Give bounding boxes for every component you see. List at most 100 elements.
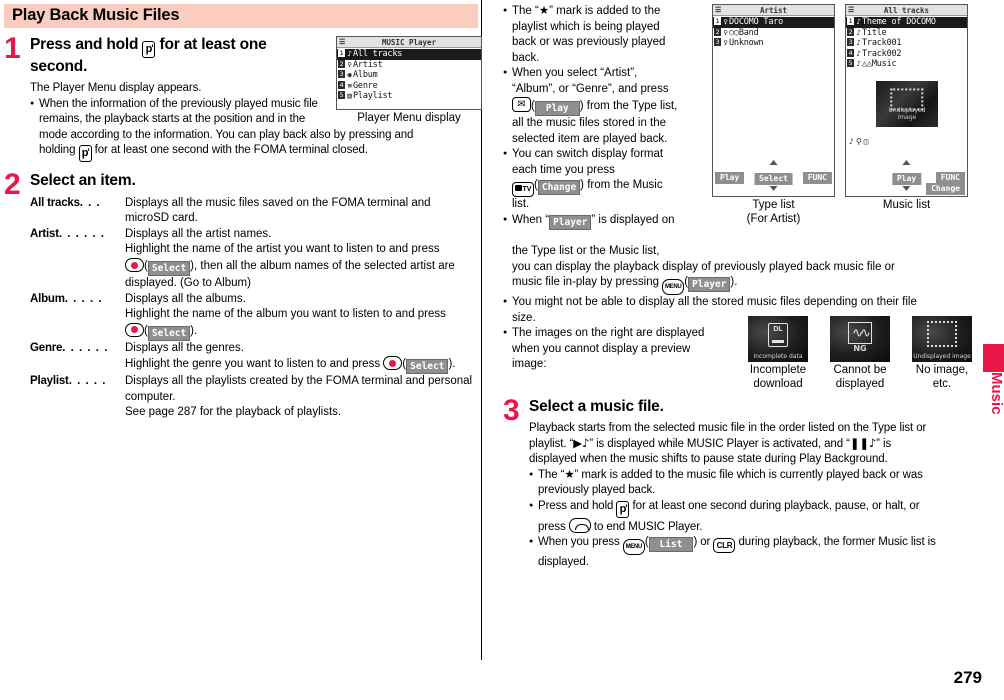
music-key-icon: p	[616, 500, 630, 518]
list-item[interactable]: 4 ♪Track002	[846, 48, 967, 60]
note-1: The “★” mark is added to the playlist wh…	[503, 4, 731, 66]
music-list-softkey-bar: Play FUNC Change	[846, 160, 967, 196]
note-2-e: selected item are played back.	[512, 132, 668, 145]
artist-icon: ♀	[347, 59, 352, 69]
center-key-icon	[125, 258, 144, 272]
def-cont: Highlight the name of the artist you wan…	[125, 243, 440, 256]
music-list-caption: Music list	[882, 199, 931, 211]
note-4-cont: the Type list or the Music list, you can…	[503, 244, 958, 296]
def-cont-text: , then all the album names of the select…	[194, 260, 455, 272]
icon-box: DL Incomplete data	[748, 316, 808, 362]
note-4-b-text: ” is displayed on	[591, 213, 675, 226]
s3b2-a: Press and hold p for at least one second…	[538, 499, 958, 518]
step-3-title: Select a music file.	[529, 398, 664, 415]
type-list-caption-line1: Type list	[752, 199, 795, 211]
note-6: The images on the right are displayed wh…	[503, 326, 753, 373]
side-tab-marker	[983, 344, 1004, 372]
list-item[interactable]: 5 ♪△△Music	[846, 59, 967, 70]
player-menu-status-bar: ☰ MUSIC Player	[337, 37, 481, 48]
music-status-icons: ♪⚲◫	[849, 137, 871, 146]
music-key-icon: p	[78, 145, 92, 163]
list-item[interactable]: 1 ♪All tracks	[337, 49, 481, 60]
step-1-title-part1: Press and hold	[30, 36, 139, 53]
s3b1-a: The “★” mark is added to the music file …	[538, 468, 923, 481]
softkey-func[interactable]: FUNC	[802, 172, 832, 184]
item-number: 2	[338, 59, 345, 68]
item-label: Genre	[353, 80, 378, 91]
menu-key-icon: MENU	[622, 539, 645, 556]
list-item[interactable]: 3 ♀Unknown	[713, 38, 834, 49]
step-3-number: 3	[503, 394, 520, 427]
item-number: 1	[338, 49, 345, 57]
def-cont: Highlight the name of the album you want…	[125, 308, 446, 321]
item-number: 3	[338, 70, 345, 78]
preview-icon-incomplete: DL Incomplete data Incomplete download	[748, 316, 808, 392]
note-icon: ♪	[856, 38, 861, 47]
side-tab-label: Music	[988, 372, 1004, 415]
def-desc: Displays all the albums.	[125, 292, 246, 305]
list-item[interactable]: 3 ♪Track001	[846, 38, 967, 49]
note-1-b: playlist which is being played	[512, 20, 660, 33]
item-label: ○○Band	[729, 27, 759, 38]
note-6-b: when you cannot display a preview	[512, 342, 691, 355]
player-softkey-label: Player	[688, 277, 731, 293]
icon-caption: Cannot be displayed	[830, 364, 890, 392]
item-label: Artist	[353, 59, 383, 70]
step-2-title: Select an item.	[30, 172, 136, 190]
step-3: 3 Select a music file. Playback starts f…	[503, 394, 958, 571]
step-1-title-part3: second.	[30, 58, 88, 75]
player-menu-caption: Player Menu display	[357, 112, 461, 124]
s3b3-d: displayed.	[538, 556, 589, 569]
s1b1-line-b: remains, the playback starts at the posi…	[39, 113, 306, 126]
item-label: △△Music	[862, 59, 897, 69]
list-item[interactable]: 4 ≡Genre	[337, 80, 481, 92]
item-label: Playlist	[353, 91, 393, 101]
dl-icon: DL	[768, 323, 788, 348]
item-label: Theme of DOCOMO	[862, 17, 936, 27]
list-item[interactable]: 2 ♀○○Band	[713, 27, 834, 39]
type-list-items: 1 ♀DOCOMO Taro 2 ♀○○Band 3 ♀Unknown	[713, 16, 834, 49]
softkey-select[interactable]: Select	[754, 160, 793, 191]
manual-page: Play Back Music Files 1 Press and hold p…	[0, 0, 1004, 700]
icon-caption-line1: Cannot be	[833, 364, 887, 376]
item-number: 2	[714, 27, 721, 36]
type-list-softkey-bar: Play FUNC Select	[713, 160, 834, 196]
def-cont: computer.	[125, 390, 176, 403]
list-item[interactable]: 1 ♪Theme of DOCOMO	[846, 17, 967, 28]
def-dots: . . . . .	[64, 292, 103, 305]
s1b1-line-d1: holding	[39, 144, 76, 157]
type-list-title: Artist	[759, 6, 788, 15]
softkey-play[interactable]: Play	[715, 172, 745, 184]
list-item[interactable]: 1 ♀DOCOMO Taro	[713, 17, 834, 28]
item-number: 2	[847, 27, 854, 36]
s3b3-a-text: When you press	[538, 536, 620, 549]
note-icon: ♪	[856, 17, 861, 26]
list-item[interactable]: 2 ♀Artist	[337, 59, 481, 71]
icon-caption-line2: displayed	[835, 377, 885, 390]
step-3-bullet-1: The “★” mark is added to the music file …	[529, 468, 958, 499]
note-2: When you select “Artist”, “Album”, or “G…	[503, 66, 731, 147]
type-list-screen: ☰ Artist 1 ♀DOCOMO Taro 2 ♀○○Band 3 ♀Unknow…	[712, 4, 835, 197]
music-list-title: All tracks	[883, 6, 930, 15]
genre-icon: ≡	[347, 80, 352, 90]
softkey-play[interactable]: Play	[891, 160, 922, 191]
note-icon: ♪	[856, 27, 861, 37]
playlist-icon: ▤	[347, 91, 352, 100]
def-cont-text: Highlight the genre you want to listen t…	[125, 358, 381, 371]
softkey-change[interactable]: Change	[926, 183, 965, 195]
music-list-items: 1 ♪Theme of DOCOMO 2 ♪Title 3 ♪Track001 4 ♪T…	[846, 16, 967, 70]
def-desc: Displays all the playlists created by th…	[125, 375, 473, 388]
note-4-e: music file in-play by pressing MENU(Play…	[512, 275, 958, 296]
list-item[interactable]: 2 ♪Title	[846, 27, 967, 39]
def-genre: Genre. . . . . . Displays all the genres…	[30, 341, 478, 357]
list-item[interactable]: 3 ◉Album	[337, 70, 481, 81]
list-item[interactable]: 5 ▤Playlist	[337, 91, 481, 102]
step-3-lead-c: displayed when the music shifts to pause…	[529, 453, 888, 466]
icon-caption-line1: No image,	[915, 364, 969, 376]
s3b3-b-text: ) or	[693, 536, 711, 549]
step-3-lead-a: Playback starts from the selected music …	[529, 421, 927, 434]
preview-icon-cannot-display: NG Cannot be displayed	[830, 316, 890, 392]
note-4-start: When “Player” is displayed on	[503, 213, 731, 230]
music-key-icon: p	[142, 41, 156, 58]
def-album: Album. . . . . Displays all the albums.	[30, 292, 478, 308]
